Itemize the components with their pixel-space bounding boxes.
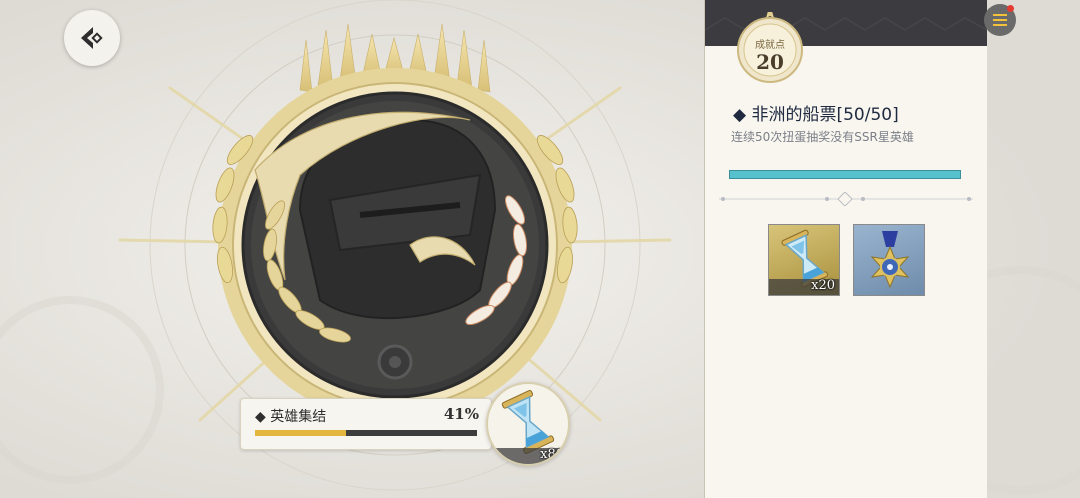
back-button[interactable]: [64, 10, 120, 66]
back-arrow-icon: [81, 27, 103, 49]
hero-progress-percent: 41%: [443, 405, 479, 423]
hero-progress-card: ◆ 英雄集结 41%: [240, 398, 492, 450]
achievement-progress-fill: [730, 171, 960, 178]
hero-progress-reward[interactable]: x80: [486, 382, 570, 466]
achievement-points-badge: 成就点 20: [734, 12, 806, 84]
notification-dot: [1007, 5, 1014, 12]
achievement-description: 连续50次扭蛋抽奖没有SSR星英雄: [731, 130, 914, 144]
list-menu-icon: [993, 14, 1007, 26]
medal-icon: [870, 231, 910, 289]
hero-progress-fill: [255, 430, 347, 436]
achievement-progress-bar: [729, 170, 961, 179]
hero-progress-bar: [255, 430, 477, 436]
ornament-divider: [719, 192, 973, 206]
reward-item-medal[interactable]: [853, 224, 925, 296]
hero-reward-qty: x80: [540, 447, 564, 462]
reward-item-hourglass[interactable]: x20: [768, 224, 840, 296]
achievement-points-value: 20: [756, 50, 784, 74]
menu-button[interactable]: [984, 4, 1016, 36]
achievement-title: ◆ 非洲的船票[50/50]: [733, 105, 899, 125]
achievement-points-label: 成就点: [755, 40, 785, 51]
reward-item-qty: x20: [811, 278, 835, 293]
achievement-panel: 成就点 20 ◆ 非洲的船票[50/50] 连续50次扭蛋抽奖没有SSR星英雄 …: [704, 0, 988, 498]
hero-progress-title: ◆ 英雄集结: [255, 409, 327, 425]
